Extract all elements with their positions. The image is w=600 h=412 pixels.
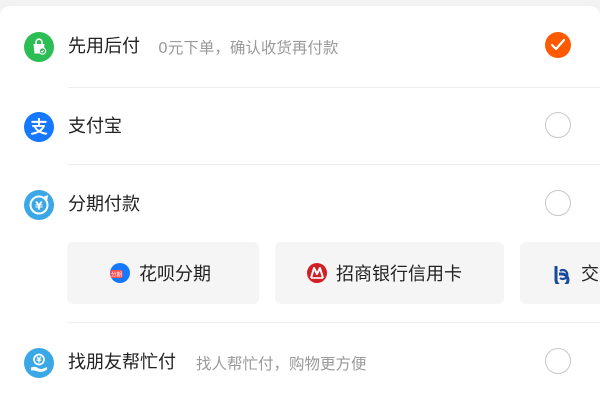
pay-later-radio-checked[interactable] [545, 32, 571, 58]
installment-title: 分期付款 [68, 194, 140, 215]
alipay-radio[interactable] [545, 112, 571, 138]
installment-option-bocom[interactable]: 交 [520, 242, 600, 304]
divider [68, 322, 600, 323]
divider [68, 164, 600, 165]
alipay-icon: 支 [24, 112, 54, 142]
friend-pay-icon: ¥ [24, 348, 54, 378]
svg-text:支: 支 [31, 117, 49, 138]
checkmark-icon [550, 38, 566, 51]
svg-text:分期: 分期 [111, 271, 123, 279]
pay-later-title: 先用后付 [68, 36, 140, 57]
payment-option-pay-later[interactable]: 先用后付 0元下单，确认收货再付款 [0, 8, 600, 88]
installment-option-huabei[interactable]: 分期 花呗分期 [67, 242, 259, 304]
alipay-title: 支付宝 [68, 116, 122, 137]
payment-method-sheet: 先用后付 0元下单，确认收货再付款 支 支付宝 ¥ 分期付款 分期 花呗分期 招… [0, 6, 600, 412]
svg-text:¥: ¥ [35, 200, 43, 213]
installment-icon: ¥ [24, 190, 54, 220]
bocom-icon [551, 262, 573, 284]
friend-pay-description: 找人帮忙付，购物更方便 [196, 355, 367, 373]
pay-later-description: 0元下单，确认收货再付款 [158, 39, 339, 57]
pay-later-bag-icon [24, 32, 54, 62]
payment-option-installment[interactable]: ¥ 分期付款 [0, 166, 600, 246]
huabei-label: 花呗分期 [139, 264, 211, 285]
installment-option-cmb[interactable]: 招商银行信用卡 [275, 242, 504, 304]
friend-pay-title: 找朋友帮忙付 [68, 352, 176, 373]
payment-option-alipay[interactable]: 支 支付宝 [0, 88, 600, 168]
installment-radio[interactable] [545, 190, 571, 216]
huabei-icon: 分期 [109, 262, 131, 284]
bocom-label: 交 [581, 264, 599, 285]
cmb-label: 招商银行信用卡 [336, 264, 462, 285]
friend-pay-radio[interactable] [545, 348, 571, 374]
cmb-icon [306, 262, 328, 284]
svg-text:¥: ¥ [36, 356, 42, 365]
payment-option-friend-pay[interactable]: ¥ 找朋友帮忙付 找人帮忙付，购物更方便 [0, 324, 600, 404]
